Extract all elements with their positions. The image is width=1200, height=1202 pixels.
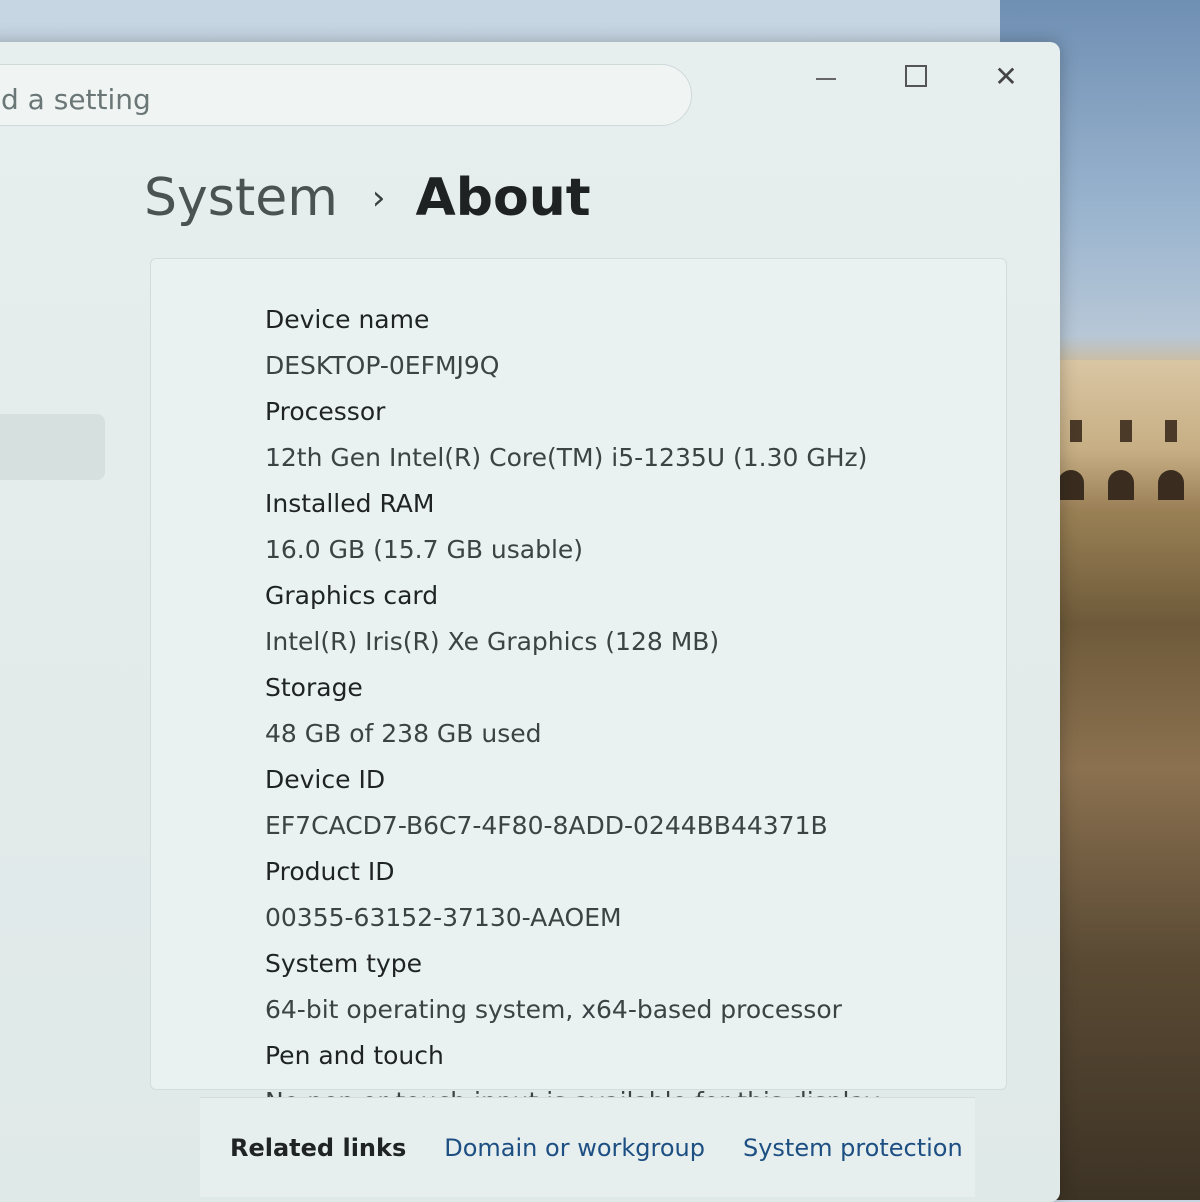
spec-value: 00355-63152-37130-AAOEM [265,903,622,932]
spec-value: EF7CACD7-B6C7-4F80-8ADD-0244BB44371B [265,811,828,840]
wallpaper-window [1165,420,1177,442]
spec-label: Device ID [265,765,386,794]
wallpaper-arch [1058,470,1084,500]
spec-label: System type [265,949,423,978]
domain-or-workgroup-link[interactable]: Domain or workgroup [444,1134,705,1162]
search-placeholder: d a setting [1,83,151,116]
device-specifications-card: Device name DESKTOP-0EFMJ9Q Processor 12… [150,258,1007,1116]
maximize-icon[interactable] [892,56,940,96]
close-icon[interactable]: ✕ [982,56,1030,96]
minimize-icon[interactable] [802,56,850,96]
spec-label: Storage [265,673,363,702]
spec-value: 64-bit operating system, x64-based proce… [265,995,842,1024]
search-input[interactable]: d a setting [0,64,692,126]
wallpaper-arch [1158,470,1184,500]
related-links-label: Related links [230,1133,407,1162]
spec-label: Product ID [265,857,395,886]
breadcrumb: System › About [144,168,591,228]
spec-graphics-card: Graphics card Intel(R) Iris(R) Xe Graphi… [265,573,880,665]
spec-value: DESKTOP-0EFMJ9Q [265,351,500,380]
spec-processor: Processor 12th Gen Intel(R) Core(TM) i5-… [265,389,880,481]
spec-product-id: Product ID 00355-63152-37130-AAOEM [265,849,880,941]
breadcrumb-parent[interactable]: System [144,168,338,228]
spec-label: Installed RAM [265,489,435,518]
wallpaper-window [1120,420,1132,442]
sidebar-selected-item[interactable] [0,414,105,480]
wallpaper-arch [1108,470,1134,500]
spec-value: 48 GB of 238 GB used [265,719,542,748]
spec-storage: Storage 48 GB of 238 GB used [265,665,880,757]
spec-list: Device name DESKTOP-0EFMJ9Q Processor 12… [265,297,880,1125]
wallpaper-building [1040,360,1200,510]
spec-label: Pen and touch [265,1041,444,1070]
spec-installed-ram: Installed RAM 16.0 GB (15.7 GB usable) [265,481,880,573]
wallpaper-window [1070,420,1082,442]
chevron-right-icon: › [371,178,386,218]
settings-window: d a setting ✕ System › About Device name… [0,42,1060,1202]
window-controls: ✕ [802,56,1030,96]
spec-value: 16.0 GB (15.7 GB usable) [265,535,584,564]
spec-device-id: Device ID EF7CACD7-B6C7-4F80-8ADD-0244BB… [265,757,880,849]
spec-label: Device name [265,305,430,334]
spec-value: Intel(R) Iris(R) Xe Graphics (128 MB) [265,627,720,656]
spec-device-name: Device name DESKTOP-0EFMJ9Q [265,297,880,389]
system-protection-link[interactable]: System protection [743,1134,963,1162]
spec-label: Processor [265,397,386,426]
page-title: About [415,168,591,228]
spec-value: 12th Gen Intel(R) Core(TM) i5-1235U (1.3… [265,443,868,472]
related-links-bar: Related links Domain or workgroup System… [200,1097,975,1197]
spec-label: Graphics card [265,581,439,610]
spec-system-type: System type 64-bit operating system, x64… [265,941,880,1033]
